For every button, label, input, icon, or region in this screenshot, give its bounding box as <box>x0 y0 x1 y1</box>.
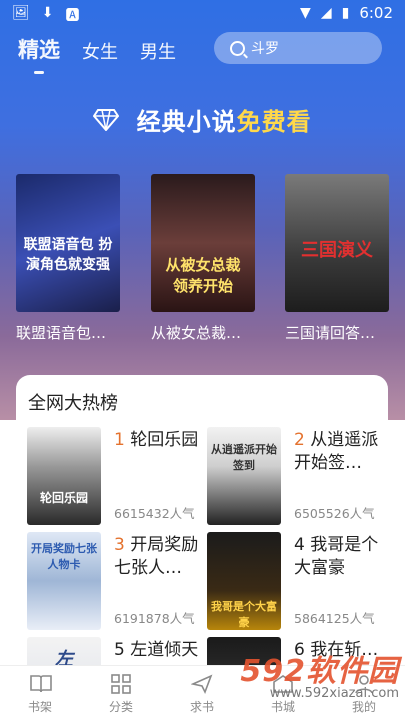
book-title: 左道倾天 <box>130 640 199 660</box>
book-cover: 三国演义 <box>285 174 389 312</box>
hot-list-item[interactable]: 开局奖励七张人物卡 3 开局奖励七张人… 6191878人气 <box>27 532 199 630</box>
nav-bookshelf[interactable]: 书架 <box>10 674 70 715</box>
featured-book[interactable]: 联盟语音包 扮演角色就变强 联盟语音包… <box>16 174 120 343</box>
book-name: 4 我哥是个大富豪 <box>294 534 380 580</box>
book-cover: 我哥是个大富豪 <box>207 532 281 630</box>
book-name: 1 轮回乐园 <box>114 429 200 452</box>
status-bar: 🖼 ⬇ 🅰 ▼ ◢ ▮ 6:02 <box>0 0 405 28</box>
download-icon: ⬇ <box>41 5 54 21</box>
search-icon <box>230 40 245 56</box>
book-cover: 从逍遥派开始签到 <box>207 427 281 525</box>
search-box[interactable]: 斗罗 <box>214 32 382 64</box>
nav-request[interactable]: 求书 <box>172 674 232 715</box>
banner-text: 经典小说 <box>136 108 237 136</box>
watermark-title: 592软件园 <box>240 654 399 689</box>
book-title: 我哥是个大富豪 <box>294 535 379 578</box>
banner-highlight: 免费看 <box>236 108 312 136</box>
hot-list-item[interactable]: 轮回乐园 1 轮回乐园 6615432人气 <box>27 427 199 525</box>
status-time: 6:02 <box>359 4 393 22</box>
hot-list-title: 全网大热榜 <box>28 393 118 414</box>
nav-category[interactable]: 分类 <box>91 674 151 715</box>
book-name: 2 从逍遥派开始签… <box>294 429 380 475</box>
top-tabs: 精选 女生 男生 <box>18 34 176 64</box>
nav-label: 求书 <box>189 700 214 714</box>
book-title: 轮回乐园 <box>130 430 199 450</box>
popularity: 6191878人气 <box>114 611 195 626</box>
popularity: 5864125人气 <box>294 611 375 626</box>
tab-featured[interactable]: 精选 <box>18 34 60 64</box>
hot-list-item[interactable]: 从逍遥派开始签到 2 从逍遥派开始签… 6505526人气 <box>207 427 379 525</box>
rank-number: 5 <box>114 640 125 660</box>
nav-label: 书架 <box>27 700 52 714</box>
wifi-icon: ▼ <box>300 5 311 21</box>
search-placeholder: 斗罗 <box>251 41 279 57</box>
featured-book[interactable]: 从被女总裁 领养开始 从被女总裁… <box>151 174 255 343</box>
rank-number: 2 <box>294 430 305 450</box>
send-icon <box>190 674 213 694</box>
hot-list-item[interactable]: 我哥是个大富豪 4 我哥是个大富豪 5864125人气 <box>207 532 379 630</box>
diamond-icon <box>93 109 120 137</box>
cover-title: 从逍遥派开始签到 <box>211 443 277 472</box>
featured-title: 联盟语音包… <box>16 324 107 342</box>
rank-number: 1 <box>114 430 125 450</box>
book-title: 从逍遥派开始签… <box>294 430 379 473</box>
cover-title: 三国演义 <box>301 240 373 261</box>
rank-number: 4 <box>294 535 305 555</box>
book-cover: 轮回乐园 <box>27 427 101 525</box>
cover-title: 我哥是个大富豪 <box>211 600 277 629</box>
image-icon: 🖼 <box>12 5 30 21</box>
cover-title: 联盟语音包 扮演角色就变强 <box>23 237 113 273</box>
app-icon: 🅰 <box>65 8 80 24</box>
book-name: 5 左道倾天 <box>114 639 199 662</box>
watermark: 592软件园 www.592xiazai.com <box>240 646 399 701</box>
signal-icon: ◢ <box>320 5 332 21</box>
book-cover: 联盟语音包 扮演角色就变强 <box>16 174 120 312</box>
featured-book[interactable]: 三国演义 三国请回答… <box>285 174 389 343</box>
popularity: 6615432人气 <box>114 506 195 521</box>
book-cover: 开局奖励七张人物卡 <box>27 532 101 630</box>
cover-title: 轮回乐园 <box>39 491 88 505</box>
promo-banner[interactable]: 经典小说免费看 <box>0 102 405 137</box>
book-title: 开局奖励七张人… <box>114 535 199 578</box>
tab-male[interactable]: 男生 <box>140 38 176 64</box>
tab-female[interactable]: 女生 <box>82 38 118 64</box>
book-name: 3 开局奖励七张人… <box>114 534 200 580</box>
featured-title: 从被女总裁… <box>151 324 242 342</box>
cover-title: 开局奖励七张人物卡 <box>31 542 97 571</box>
rank-number: 3 <box>114 535 125 555</box>
hot-list-card: 全网大热榜 轮回乐园 1 轮回乐园 6615432人气 从逍遥派开始签到 2 从… <box>16 375 388 675</box>
battery-icon: ▮ <box>341 5 350 21</box>
grid-icon <box>110 674 132 694</box>
cover-title: 从被女总裁 领养开始 <box>165 256 241 295</box>
book-icon <box>29 674 52 694</box>
featured-title: 三国请回答… <box>285 324 376 342</box>
popularity: 6505526人气 <box>294 506 375 521</box>
book-cover: 从被女总裁 领养开始 <box>151 174 255 312</box>
nav-label: 分类 <box>108 700 133 714</box>
